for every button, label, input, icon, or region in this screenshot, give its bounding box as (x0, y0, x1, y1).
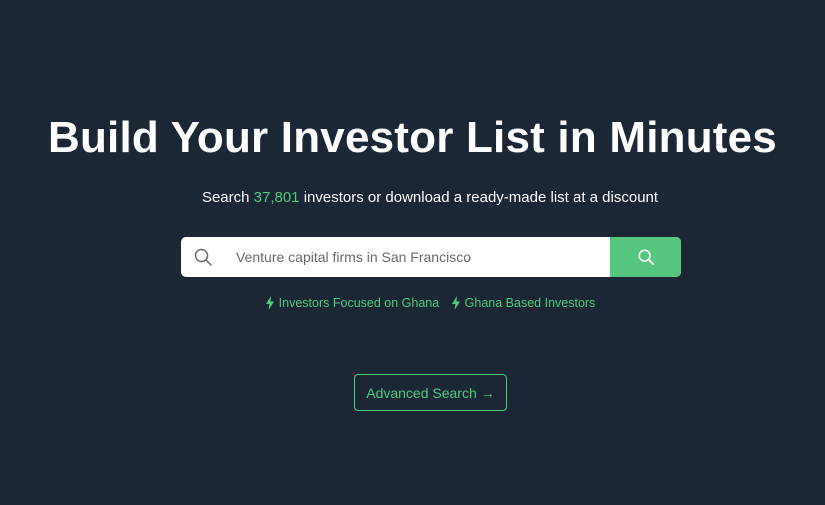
bolt-icon (451, 296, 460, 310)
quick-links: Investors Focused on Ghana Ghana Based I… (0, 295, 825, 314)
hero-subtitle: Search 37,801 investors or download a re… (0, 188, 825, 208)
quick-link-ghana-focused[interactable]: Investors Focused on Ghana (265, 295, 440, 311)
search-input[interactable] (236, 237, 606, 277)
quick-link-label: Ghana Based Investors (464, 296, 596, 310)
subtitle-prefix: Search (201, 189, 254, 206)
advanced-search-button[interactable]: Advanced Search → (354, 374, 507, 411)
search-submit-button[interactable] (610, 237, 681, 277)
bolt-icon (265, 296, 274, 310)
quick-link-ghana-based[interactable]: Ghana Based Investors (451, 295, 596, 311)
investor-count: 37,801 (253, 189, 300, 206)
page-title: Build Your Investor List in Minutes (48, 113, 777, 162)
search-bar (181, 237, 681, 277)
search-icon (194, 248, 212, 266)
subtitle-suffix: investors or download a ready-made list … (299, 189, 659, 206)
hero-section: Build Your Investor List in Minutes Sear… (0, 0, 825, 505)
quick-link-label: Investors Focused on Ghana (278, 296, 440, 310)
advanced-search-label: Advanced Search (366, 384, 477, 401)
search-icon (637, 249, 654, 266)
arrow-right-icon: → (480, 384, 495, 401)
